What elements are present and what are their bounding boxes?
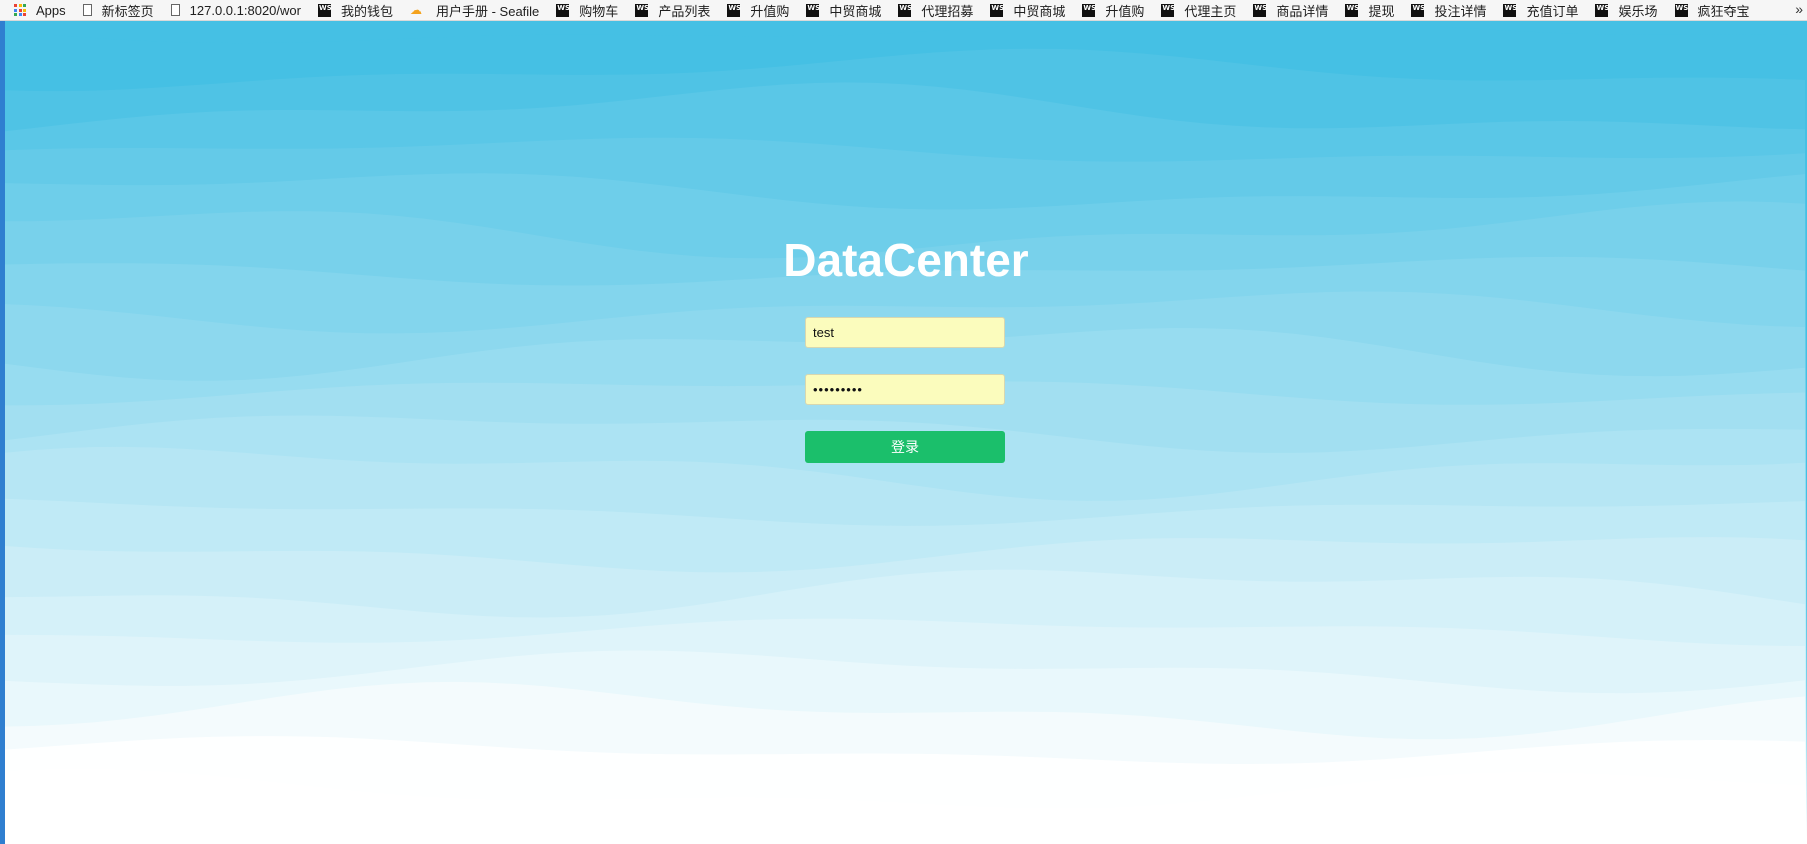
bookmark-item[interactable]: WS 充值订单 — [1503, 1, 1578, 20]
bookmark-label: 中贸商城 — [829, 3, 882, 19]
webstorm-icon: WS — [1595, 3, 1609, 17]
bookmark-label: 升值购 — [750, 3, 790, 19]
login-panel: DataCenter 登录 — [5, 21, 1807, 844]
bookmark-label: 代理主页 — [1184, 3, 1237, 19]
bookmark-item[interactable]: WS 代理招募 — [898, 1, 973, 20]
webstorm-icon: WS — [1082, 3, 1096, 17]
bookmark-item[interactable]: WS 升值购 — [1082, 1, 1144, 20]
webstorm-icon: WS — [806, 3, 820, 17]
bookmark-label: 商品详情 — [1276, 3, 1329, 19]
password-input[interactable] — [805, 374, 1005, 405]
bookmark-label: 购物车 — [579, 3, 619, 19]
webstorm-icon: WS — [1161, 3, 1175, 17]
bookmark-label: 用户手册 - Seafile — [435, 3, 540, 19]
bookmark-label: 提现 — [1368, 3, 1395, 19]
bookmark-label: 疯狂夺宝 — [1697, 3, 1750, 19]
bookmark-item[interactable]: WS 购物车 — [556, 1, 618, 20]
bookmark-label: 投注详情 — [1434, 3, 1487, 19]
bookmark-label: 娱乐场 — [1618, 3, 1658, 19]
bookmark-item[interactable]: 127.0.0.1:8020/wor — [170, 2, 301, 18]
bookmark-item[interactable]: Apps — [14, 3, 66, 18]
page-icon — [82, 4, 92, 16]
seafile-icon: ☁ — [409, 3, 422, 17]
bookmark-label: 127.0.0.1:8020/wor — [189, 2, 301, 18]
bookmarks-overflow-button[interactable]: » — [1795, 1, 1803, 17]
webstorm-icon: WS — [1345, 3, 1359, 17]
bookmark-item[interactable]: WS 代理主页 — [1161, 1, 1236, 20]
page-icon — [170, 4, 180, 16]
webstorm-icon: WS — [1411, 3, 1425, 17]
page-background: DataCenter 登录 — [5, 21, 1807, 844]
webstorm-icon: WS — [898, 3, 912, 17]
webstorm-icon: WS — [990, 3, 1004, 17]
bookmark-label: 产品列表 — [658, 3, 711, 19]
bookmark-item[interactable]: 新标签页 — [82, 1, 154, 20]
bookmark-item[interactable]: WS 升值购 — [727, 1, 789, 20]
bookmark-label: 代理招募 — [921, 3, 974, 19]
webstorm-icon: WS — [727, 3, 741, 17]
webstorm-icon: WS — [1253, 3, 1267, 17]
bookmark-item[interactable]: WS 中贸商城 — [990, 1, 1065, 20]
bookmark-label: 中贸商城 — [1013, 3, 1066, 19]
bookmark-item[interactable]: WS 我的钱包 — [317, 1, 393, 20]
bookmark-list: Apps 新标签页 127.0.0.1:8020/wor WS 我的钱包 ☁ 用户手册 - … — [14, 1, 1767, 20]
bookmark-item[interactable]: WS 疯狂夺宝 — [1674, 1, 1750, 20]
bookmark-label: 充值订单 — [1526, 3, 1579, 19]
bookmark-item[interactable]: WS 提现 — [1345, 1, 1394, 20]
bookmark-item[interactable]: WS 中贸商城 — [806, 1, 881, 20]
bookmark-item[interactable]: WS 产品列表 — [635, 1, 710, 20]
login-button[interactable]: 登录 — [805, 431, 1005, 463]
webstorm-icon: WS — [1503, 3, 1517, 17]
bookmark-item[interactable]: WS 投注详情 — [1411, 1, 1486, 20]
bookmarks-bar: Apps 新标签页 127.0.0.1:8020/wor WS 我的钱包 ☁ 用户手册 - … — [0, 0, 1807, 21]
page-title: DataCenter — [783, 234, 1029, 286]
webstorm-icon: WS — [1674, 3, 1688, 17]
bookmark-item[interactable]: ☁ 用户手册 - Seafile — [410, 1, 539, 20]
apps-icon — [14, 4, 26, 16]
webstorm-icon: WS — [556, 3, 570, 17]
bookmark-label: 升值购 — [1105, 3, 1145, 19]
bookmark-label: 我的钱包 — [340, 3, 393, 19]
bookmark-item[interactable]: WS 娱乐场 — [1595, 1, 1658, 20]
bookmark-label: Apps — [36, 2, 66, 18]
bookmark-label: 新标签页 — [101, 3, 154, 19]
username-input[interactable] — [805, 317, 1005, 348]
webstorm-icon: WS — [317, 3, 332, 17]
bookmark-item[interactable]: WS 商品详情 — [1253, 1, 1328, 20]
webstorm-icon: WS — [635, 3, 649, 17]
